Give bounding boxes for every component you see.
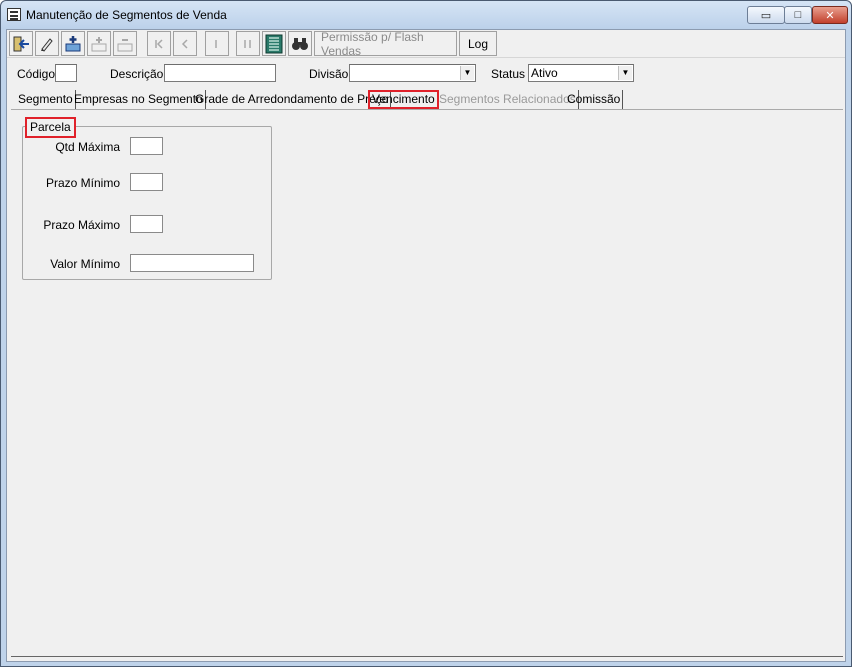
descricao-input[interactable] [164, 64, 276, 82]
next-button[interactable] [205, 31, 229, 56]
app-window: Manutenção de Segmentos de Venda ▭ □ ✕ P… [0, 0, 852, 667]
divisao-label: Divisão [309, 67, 349, 81]
tab-grade-arredondamento-preco[interactable]: Grade de Arredondamento de Preço [193, 90, 392, 109]
parcela-group-title: Parcela [25, 117, 76, 138]
parcela-group: Parcela Qtd Máxima Prazo Mínimo Prazo Má… [22, 117, 272, 280]
close-button[interactable]: ✕ [812, 6, 848, 24]
close-icon: ✕ [825, 9, 835, 22]
tab-comissao[interactable]: Comissão [565, 90, 624, 109]
divisao-select[interactable]: ▼ [349, 64, 476, 82]
add-disabled-icon [91, 36, 107, 51]
prazo-minimo-input[interactable] [130, 173, 163, 191]
tab-segmentos-relacionados[interactable]: Segmentos Relacionados [437, 90, 579, 109]
remove-disabled-icon [117, 38, 133, 51]
status-select[interactable]: Ativo ▼ [528, 64, 634, 82]
qtd-maxima-label: Qtd Máxima [55, 140, 120, 154]
edit-button[interactable] [35, 31, 59, 56]
valor-minimo-label: Valor Mínimo [50, 257, 120, 271]
minimize-icon: ▭ [760, 9, 772, 22]
title-bar[interactable]: Manutenção de Segmentos de Venda ▭ □ ✕ [1, 1, 851, 29]
log-button[interactable]: Log [459, 31, 497, 56]
exit-button[interactable] [9, 31, 33, 56]
client-area: Permissão p/ Flash Vendas Log Código Des… [6, 29, 846, 662]
remove-disabled-button[interactable] [113, 31, 137, 56]
vencimento-panel: Parcela Qtd Máxima Prazo Mínimo Prazo Má… [11, 109, 843, 657]
edit-icon [41, 37, 53, 52]
codigo-input[interactable] [55, 64, 77, 82]
chevron-down-icon: ▼ [621, 68, 630, 77]
tab-segmento[interactable]: Segmento [16, 90, 76, 109]
maximize-button[interactable]: □ [784, 6, 812, 24]
prev-icon [181, 38, 188, 49]
prazo-maximo-input[interactable] [130, 215, 163, 233]
toolbar: Permissão p/ Flash Vendas Log [7, 30, 845, 58]
add-disabled-button[interactable] [87, 31, 111, 56]
permissao-flash-vendas-button[interactable]: Permissão p/ Flash Vendas [314, 30, 457, 58]
search-button[interactable] [288, 31, 312, 56]
prev-button[interactable] [173, 31, 197, 56]
tab-vencimento[interactable]: Vencimento [368, 90, 439, 109]
minimize-button[interactable]: ▭ [747, 6, 785, 24]
app-icon[interactable] [7, 8, 21, 21]
chevron-down-icon: ▼ [463, 68, 472, 77]
last-icon [244, 39, 251, 48]
codigo-label: Código [17, 67, 56, 81]
first-button[interactable] [147, 31, 171, 56]
binoculars-icon [292, 37, 308, 50]
list-button[interactable] [262, 31, 286, 56]
descricao-label: Descrição [110, 67, 164, 81]
divisao-dropdown-button[interactable]: ▼ [460, 66, 474, 80]
add-button[interactable] [61, 31, 85, 56]
status-dropdown-button[interactable]: ▼ [618, 66, 632, 80]
next-icon [215, 39, 217, 48]
status-label: Status [491, 67, 526, 81]
prazo-maximo-label: Prazo Máximo [43, 218, 120, 232]
exit-icon [13, 36, 29, 51]
prazo-minimo-label: Prazo Mínimo [45, 176, 120, 190]
maximize-icon: □ [794, 9, 802, 21]
first-icon [155, 38, 163, 49]
valor-minimo-input[interactable] [130, 254, 254, 272]
last-button[interactable] [236, 31, 260, 56]
tab-empresas-no-segmento[interactable]: Empresas no Segmento [72, 90, 206, 109]
window-title: Manutenção de Segmentos de Venda [26, 8, 227, 22]
add-icon [65, 35, 81, 51]
qtd-maxima-input[interactable] [130, 137, 163, 155]
status-value: Ativo [531, 66, 558, 80]
filter-row: Código Descrição Divisão ▼ Status Ativo … [7, 64, 845, 84]
list-icon [265, 34, 283, 53]
